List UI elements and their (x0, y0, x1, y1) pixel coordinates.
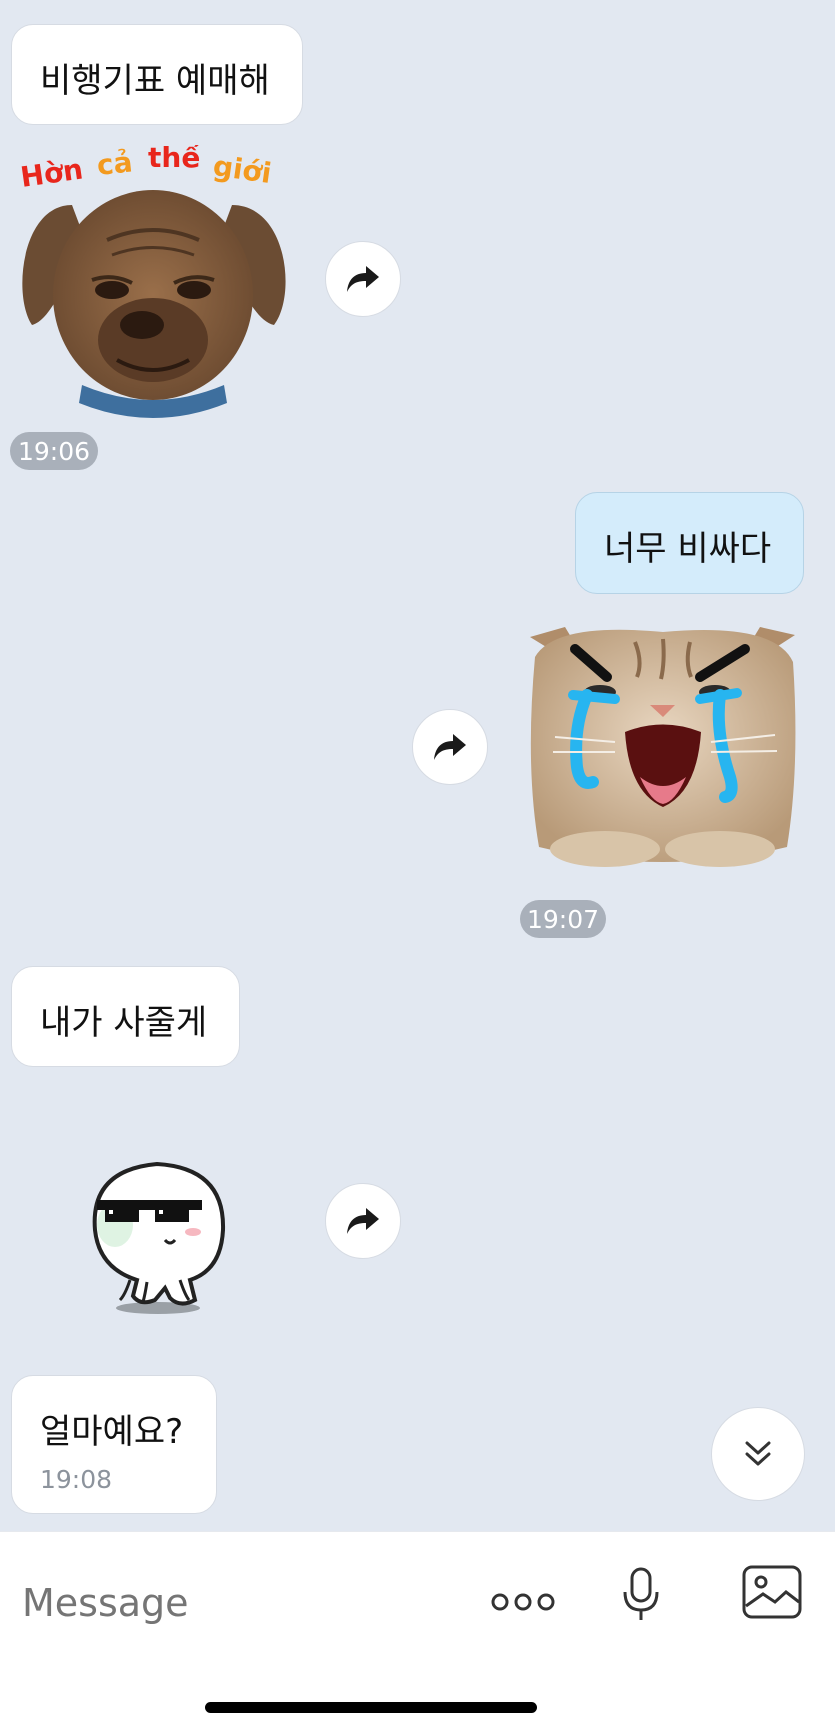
gallery-button[interactable] (740, 1562, 804, 1622)
share-button[interactable] (412, 709, 488, 785)
message-text: 비행기표 예매해 (40, 61, 270, 101)
share-arrow-icon (347, 266, 379, 292)
chevron-double-down-icon (745, 1441, 771, 1466)
cat-image (530, 627, 796, 867)
sunglasses-blob-sticker[interactable] (85, 1160, 235, 1315)
svg-text:cả: cả (95, 145, 134, 182)
share-button[interactable] (325, 241, 401, 317)
incoming-message-bubble[interactable]: 비행기표 예매해 (11, 24, 303, 125)
message-text: 너무 비싸다 (604, 529, 772, 569)
svg-text:Hờn: Hờn (18, 153, 85, 194)
timestamp-pill: 19:07 (520, 900, 606, 938)
svg-text:thế: thế (148, 145, 201, 174)
message-text: 내가 사줄게 (40, 1003, 208, 1043)
microphone-button[interactable] (615, 1562, 667, 1627)
crying-cat-sticker[interactable] (525, 617, 801, 872)
share-button[interactable] (325, 1183, 401, 1259)
home-indicator (205, 1702, 537, 1713)
svg-text:giới: giới (211, 149, 274, 190)
message-time: 19:08 (40, 1465, 113, 1494)
timestamp-pill: 19:06 (10, 432, 98, 470)
message-input[interactable] (20, 1572, 464, 1634)
scroll-to-bottom-button[interactable] (711, 1407, 805, 1501)
more-dots-icon (491, 1593, 555, 1611)
dog-image: Hờn cả thế giới (18, 141, 286, 418)
grumpy-dog-sticker[interactable]: Hờn cả thế giới (12, 141, 294, 421)
incoming-message-bubble[interactable]: 내가 사줄게 (11, 966, 240, 1067)
outgoing-message-bubble[interactable]: 너무 비싸다 (575, 492, 804, 594)
share-arrow-icon (347, 1208, 379, 1234)
share-arrow-icon (434, 734, 466, 760)
gallery-icon (742, 1565, 802, 1619)
microphone-icon (623, 1567, 659, 1620)
message-text: 얼마예요? (40, 1412, 184, 1452)
more-button[interactable] (488, 1577, 558, 1627)
incoming-message-bubble[interactable]: 얼마예요? 19:08 (11, 1375, 217, 1514)
blob-image (92, 1161, 226, 1314)
